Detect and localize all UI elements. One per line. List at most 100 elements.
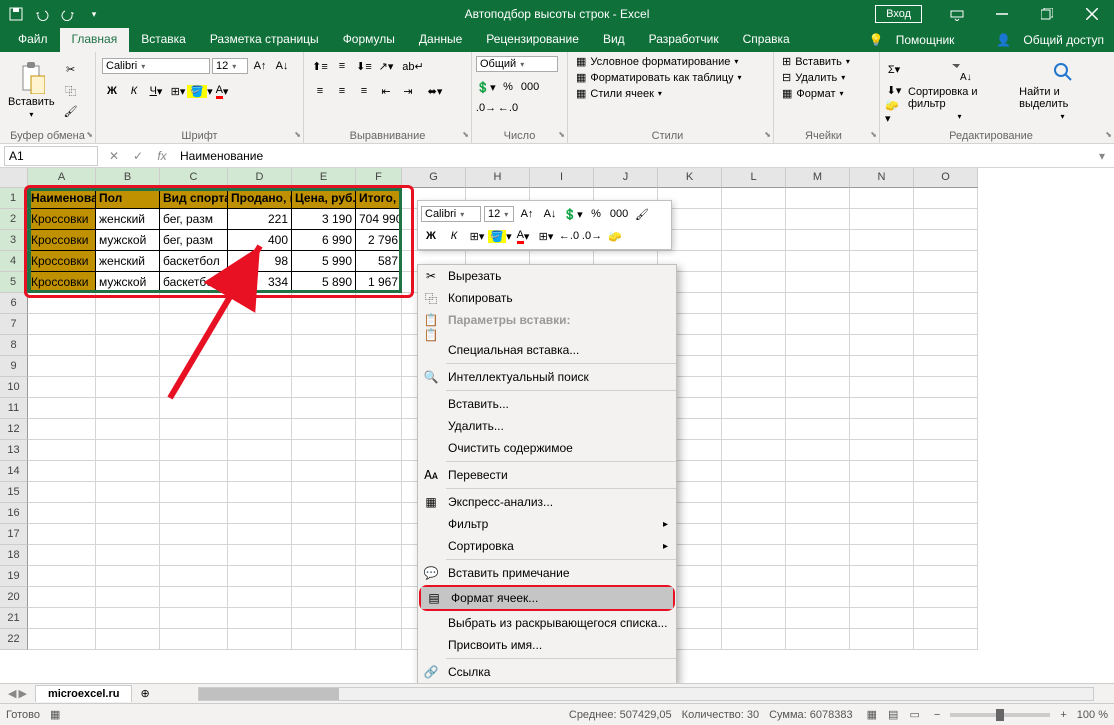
cell[interactable]: 3 190 (292, 209, 356, 230)
cell[interactable] (356, 461, 402, 482)
cell[interactable] (96, 608, 160, 629)
cell[interactable] (786, 188, 850, 209)
cell[interactable] (850, 566, 914, 587)
cell[interactable] (28, 587, 96, 608)
column-header[interactable]: O (914, 168, 978, 188)
cell[interactable]: Пол (96, 188, 160, 209)
cell[interactable] (914, 503, 978, 524)
share-label[interactable]: Общий доступ (1023, 33, 1104, 47)
wrap-text-button[interactable]: ab↵ (398, 56, 428, 76)
cell[interactable] (850, 356, 914, 377)
ctx-copy[interactable]: ⿻Копировать (418, 287, 676, 309)
row-header[interactable]: 11 (0, 398, 28, 419)
ctx-link[interactable]: 🔗Ссылка (418, 661, 676, 683)
cell[interactable] (228, 587, 292, 608)
cell[interactable] (722, 293, 786, 314)
redo-icon[interactable] (58, 4, 78, 24)
cell[interactable] (914, 419, 978, 440)
cell[interactable] (786, 482, 850, 503)
cell[interactable]: Наименование (28, 188, 96, 209)
cell[interactable] (228, 419, 292, 440)
cell[interactable] (292, 524, 356, 545)
ctx-filter[interactable]: Фильтр▸ (418, 513, 676, 535)
cell[interactable] (292, 419, 356, 440)
cell[interactable]: Кроссовки (28, 272, 96, 293)
cell[interactable] (292, 629, 356, 650)
cell[interactable] (28, 314, 96, 335)
cell[interactable] (96, 419, 160, 440)
undo-icon[interactable] (32, 4, 52, 24)
cell[interactable] (160, 293, 228, 314)
cell[interactable] (850, 314, 914, 335)
cell[interactable] (28, 482, 96, 503)
cell[interactable] (96, 356, 160, 377)
column-header[interactable]: L (722, 168, 786, 188)
row-header[interactable]: 7 (0, 314, 28, 335)
cell[interactable] (786, 398, 850, 419)
cell[interactable] (914, 314, 978, 335)
align-center-icon[interactable]: ≡ (332, 81, 352, 101)
ctx-insert[interactable]: Вставить... (418, 393, 676, 415)
cell[interactable] (786, 587, 850, 608)
cell[interactable]: бег, разм (160, 209, 228, 230)
ctx-paste-icon[interactable]: 📋 (418, 331, 676, 339)
column-header[interactable]: N (850, 168, 914, 188)
zoom-out-button[interactable]: − (934, 709, 940, 721)
cell[interactable]: 221 (228, 209, 292, 230)
find-select-button[interactable]: Найти и выделить▾ (1015, 58, 1110, 123)
font-size-combo[interactable]: 12 (212, 58, 248, 74)
cell[interactable] (96, 335, 160, 356)
cell[interactable] (228, 608, 292, 629)
cell[interactable] (722, 251, 786, 272)
format-as-table-button[interactable]: ▦Форматировать как таблицу▾ (572, 70, 746, 85)
ctx-insert-comment[interactable]: 💬Вставить примечание (418, 562, 676, 584)
cell[interactable] (786, 524, 850, 545)
cell[interactable] (850, 482, 914, 503)
mini-font-combo[interactable]: Calibri (421, 206, 481, 222)
cell[interactable] (914, 587, 978, 608)
cell[interactable] (722, 272, 786, 293)
row-header[interactable]: 16 (0, 503, 28, 524)
cell[interactable]: 98 (228, 251, 292, 272)
cell[interactable] (914, 377, 978, 398)
cell[interactable] (850, 440, 914, 461)
row-header[interactable]: 10 (0, 377, 28, 398)
cell[interactable] (96, 293, 160, 314)
cell[interactable] (786, 230, 850, 251)
cell[interactable]: 5 990 (292, 251, 356, 272)
tab-view[interactable]: Вид (591, 28, 637, 52)
cell[interactable] (356, 482, 402, 503)
cell[interactable] (722, 545, 786, 566)
mini-percent-icon[interactable]: % (586, 204, 606, 224)
insert-cells-button[interactable]: ⊞Вставить▾ (778, 54, 854, 69)
cell[interactable]: Кроссовки (28, 230, 96, 251)
align-middle-icon[interactable]: ≡ (332, 56, 352, 76)
cell[interactable] (356, 356, 402, 377)
cell[interactable] (850, 293, 914, 314)
cell[interactable]: Цена, руб. (292, 188, 356, 209)
mini-italic-button[interactable]: К (444, 226, 464, 246)
cell[interactable] (850, 377, 914, 398)
cell[interactable] (228, 629, 292, 650)
cell[interactable] (722, 461, 786, 482)
ctx-cut[interactable]: ✂Вырезать (418, 265, 676, 287)
cell[interactable] (228, 356, 292, 377)
cell[interactable] (96, 629, 160, 650)
cell[interactable] (356, 377, 402, 398)
cell[interactable] (292, 461, 356, 482)
column-header[interactable]: D (228, 168, 292, 188)
cell[interactable] (850, 335, 914, 356)
mini-clear-icon[interactable]: 🧽 (605, 226, 625, 246)
login-button[interactable]: Вход (875, 5, 922, 23)
tab-help[interactable]: Справка (731, 28, 802, 52)
conditional-format-button[interactable]: ▦Условное форматирование▾ (572, 54, 742, 69)
cell[interactable] (850, 587, 914, 608)
cell[interactable] (786, 440, 850, 461)
normal-view-icon[interactable]: ▦ (863, 709, 881, 721)
cell[interactable] (850, 188, 914, 209)
ctx-define-name[interactable]: Присвоить имя... (418, 634, 676, 656)
column-header[interactable]: F (356, 168, 402, 188)
mini-fontcolor-button[interactable]: A▾ (513, 226, 533, 246)
cell[interactable] (96, 566, 160, 587)
cell[interactable]: Кроссовки (28, 251, 96, 272)
